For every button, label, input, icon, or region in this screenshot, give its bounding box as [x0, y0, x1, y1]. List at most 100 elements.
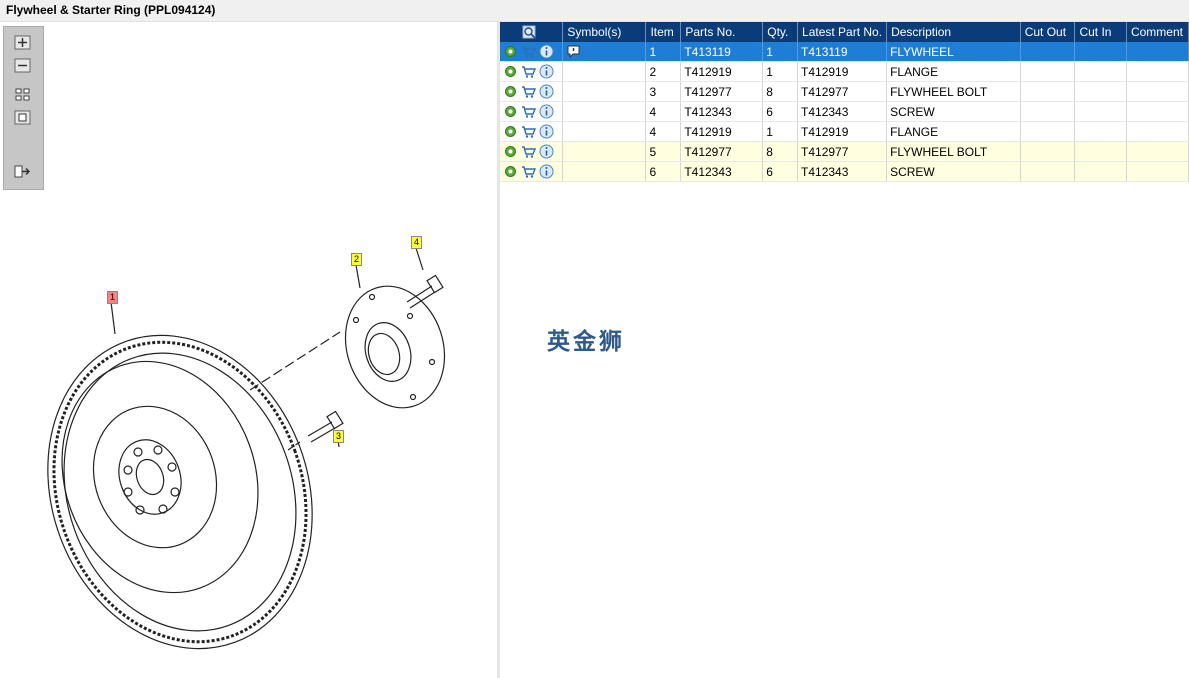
add-to-cart-icon[interactable]	[521, 64, 536, 79]
configure-icon[interactable]	[503, 104, 518, 119]
table-row[interactable]: 4 T412343 6 T412343 SCREW	[500, 101, 1189, 122]
cell-parts-no: T412343	[680, 101, 764, 122]
callout-4[interactable]: 4	[411, 236, 422, 249]
cell-symbols	[562, 81, 647, 102]
zoom-in-icon[interactable]	[14, 35, 31, 50]
column-header-comment[interactable]: Comment	[1126, 22, 1189, 42]
cell-description: FLYWHEEL	[886, 42, 1021, 62]
column-header-description[interactable]: Description	[886, 22, 1021, 42]
fit-all-icon[interactable]	[14, 87, 31, 102]
cell-comment	[1126, 161, 1189, 182]
cell-item: 4	[645, 121, 682, 142]
cell-cut-out	[1020, 81, 1076, 102]
column-header-qty[interactable]: Qty.	[762, 22, 799, 42]
info-icon[interactable]	[539, 64, 554, 79]
table-row[interactable]: 5 T412977 8 T412977 FLYWHEEL BOLT	[500, 141, 1189, 162]
window-title: Flywheel & Starter Ring (PPL094124)	[6, 3, 216, 17]
column-header-symbols[interactable]: Symbol(s)	[562, 22, 647, 42]
add-to-cart-icon[interactable]	[521, 164, 536, 179]
add-to-cart-icon[interactable]	[521, 124, 536, 139]
callout-2[interactable]: 2	[351, 253, 362, 266]
cell-actions	[500, 42, 564, 62]
illustration-panel[interactable]: 1 2 3 4	[0, 22, 497, 678]
cell-description: SCREW	[886, 161, 1021, 182]
table-row[interactable]: 3 T412977 8 T412977 FLYWHEEL BOLT	[500, 81, 1189, 102]
cell-cut-out	[1020, 42, 1076, 62]
configure-icon[interactable]	[503, 44, 518, 59]
cell-actions	[500, 141, 564, 162]
cell-item: 5	[645, 141, 682, 162]
configure-icon[interactable]	[503, 64, 518, 79]
add-to-cart-icon[interactable]	[521, 104, 536, 119]
cell-comment	[1126, 141, 1189, 162]
configure-icon[interactable]	[503, 124, 518, 139]
column-header-parts-no[interactable]: Parts No.	[680, 22, 764, 42]
cell-qty: 8	[762, 141, 799, 162]
cell-cut-out	[1020, 161, 1076, 182]
column-header-cut-in[interactable]: Cut In	[1074, 22, 1127, 42]
cell-actions	[500, 161, 564, 182]
cell-symbols	[562, 141, 647, 162]
cell-description: FLANGE	[886, 61, 1021, 82]
table-row[interactable]: 6 T412343 6 T412343 SCREW	[500, 161, 1189, 182]
cell-cut-in	[1074, 101, 1127, 122]
callout-1[interactable]: 1	[107, 291, 118, 304]
title-bar: Flywheel & Starter Ring (PPL094124)	[0, 0, 1189, 22]
cell-cut-in	[1074, 121, 1127, 142]
configure-icon[interactable]	[503, 84, 518, 99]
configure-icon[interactable]	[503, 144, 518, 159]
cell-actions	[500, 121, 564, 142]
info-icon[interactable]	[539, 164, 554, 179]
cell-latest-part-no: T412343	[797, 161, 888, 182]
export-icon[interactable]	[14, 164, 31, 179]
note-icon[interactable]	[566, 44, 581, 59]
info-icon[interactable]	[539, 144, 554, 159]
callout-3[interactable]: 3	[333, 430, 344, 443]
cell-qty: 6	[762, 161, 799, 182]
info-icon[interactable]	[539, 84, 554, 99]
cell-parts-no: T413119	[680, 42, 764, 62]
add-to-cart-icon[interactable]	[521, 44, 536, 59]
fit-window-icon[interactable]	[14, 110, 31, 125]
column-header-cut-out[interactable]: Cut Out	[1020, 22, 1076, 42]
cell-symbols	[562, 42, 647, 62]
parts-table-body: 1 T413119 1 T413119 FLYWHEEL 2 T412919 1 T412919…	[500, 42, 1189, 182]
search-parts-icon[interactable]	[522, 25, 537, 40]
cell-description: FLANGE	[886, 121, 1021, 142]
info-icon[interactable]	[539, 124, 554, 139]
info-icon[interactable]	[539, 104, 554, 119]
column-header-actions[interactable]	[500, 22, 564, 42]
cell-comment	[1126, 101, 1189, 122]
cell-latest-part-no: T412919	[797, 121, 888, 142]
cell-parts-no: T412977	[680, 141, 764, 162]
cell-qty: 8	[762, 81, 799, 102]
table-row[interactable]: 4 T412919 1 T412919 FLANGE	[500, 121, 1189, 142]
cell-cut-in	[1074, 61, 1127, 82]
table-header: Symbol(s) Item Parts No. Qty. Latest Par…	[500, 22, 1189, 42]
cell-qty: 1	[762, 42, 799, 62]
add-to-cart-icon[interactable]	[521, 84, 536, 99]
cell-description: FLYWHEEL BOLT	[886, 141, 1021, 162]
cell-cut-in	[1074, 161, 1127, 182]
info-icon[interactable]	[539, 44, 554, 59]
cell-cut-in	[1074, 42, 1127, 62]
cell-item: 6	[645, 161, 682, 182]
configure-icon[interactable]	[503, 164, 518, 179]
zoom-toolbar	[3, 26, 44, 190]
column-header-latest-part-no[interactable]: Latest Part No.	[797, 22, 888, 42]
cell-comment	[1126, 81, 1189, 102]
cell-parts-no: T412977	[680, 81, 764, 102]
add-to-cart-icon[interactable]	[521, 144, 536, 159]
table-row[interactable]: 2 T412919 1 T412919 FLANGE	[500, 61, 1189, 82]
column-header-item[interactable]: Item	[645, 22, 682, 42]
table-row[interactable]: 1 T413119 1 T413119 FLYWHEEL	[500, 42, 1189, 62]
cell-qty: 1	[762, 121, 799, 142]
zoom-out-icon[interactable]	[14, 58, 31, 73]
cell-item: 3	[645, 81, 682, 102]
cell-symbols	[562, 61, 647, 82]
cell-latest-part-no: T412919	[797, 61, 888, 82]
cell-description: SCREW	[886, 101, 1021, 122]
parts-list-panel: Symbol(s) Item Parts No. Qty. Latest Par…	[500, 22, 1189, 678]
cell-latest-part-no: T412977	[797, 81, 888, 102]
flywheel-exploded-diagram	[47, 247, 446, 650]
